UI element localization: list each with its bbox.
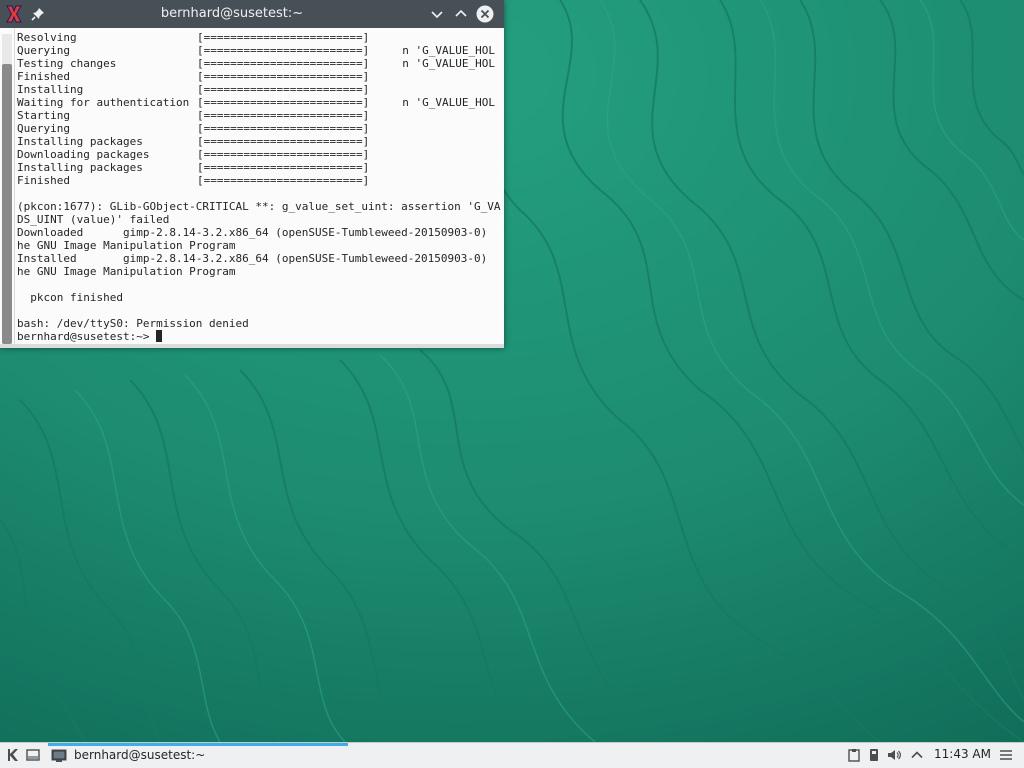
progress-label: Installing xyxy=(17,83,84,96)
progress-label: Installing packages xyxy=(17,135,143,148)
terminal-body[interactable]: Resolving [========================] Query… xyxy=(0,28,504,348)
progress-line: Installing packages [====================… xyxy=(17,161,501,174)
progress-label: Finished xyxy=(17,174,70,187)
progress-label: Installing packages xyxy=(17,161,143,174)
progress-label: Resolving xyxy=(17,31,77,44)
progress-bar: [========================] xyxy=(197,44,370,57)
menu-icon[interactable] xyxy=(998,747,1014,763)
close-button[interactable] xyxy=(476,5,494,23)
text-cursor xyxy=(156,330,163,342)
clock[interactable]: 11:43 AM xyxy=(934,747,991,761)
progress-bar: [========================] xyxy=(197,109,370,122)
output-line: bash: /dev/ttyS0: Permission denied xyxy=(17,317,249,330)
terminal-icon xyxy=(51,748,67,764)
window-titlebar[interactable]: bernhard@susetest:~ xyxy=(0,0,504,28)
taskbar: bernhard@susetest:~ 11:43 AM xyxy=(0,742,1024,768)
progress-line: Finished [========================] xyxy=(17,174,501,187)
progress-label: Waiting for authentication xyxy=(17,96,190,109)
show-desktop-icon[interactable] xyxy=(25,747,41,763)
output-line: (pkcon:1677): GLib-GObject-CRITICAL **: … xyxy=(17,200,501,213)
terminal-x-icon[interactable] xyxy=(4,4,24,24)
progress-bar: [========================] xyxy=(197,57,370,70)
minimize-button[interactable] xyxy=(428,5,446,23)
output-line: pkcon finished xyxy=(17,291,123,304)
output-line: Downloaded gimp-2.8.14-3.2.x86_64 (openS… xyxy=(17,226,501,239)
usb-drive-icon[interactable] xyxy=(866,747,882,763)
progress-extra: n 'G_VALUE_HOL xyxy=(402,96,495,109)
progress-bar: [========================] xyxy=(197,174,370,187)
progress-bar: [========================] xyxy=(197,161,370,174)
progress-extra: n 'G_VALUE_HOL xyxy=(402,57,495,70)
progress-extra: n 'G_VALUE_HOL xyxy=(402,44,495,57)
progress-line: Installing packages [====================… xyxy=(17,135,501,148)
progress-bar: [========================] xyxy=(197,70,370,83)
progress-line: Querying [========================] xyxy=(17,122,501,135)
progress-line: Waiting for authentication [=============… xyxy=(17,96,501,109)
progress-label: Querying xyxy=(17,44,70,57)
progress-bar: [========================] xyxy=(197,83,370,96)
output-line: he GNU Image Manipulation Program xyxy=(17,239,236,252)
progress-bar: [========================] xyxy=(197,148,370,161)
maximize-button[interactable] xyxy=(452,5,470,23)
terminal-window[interactable]: bernhard@susetest:~ Resolving [==========… xyxy=(0,0,504,348)
output-line: DS_UINT (value)' failed xyxy=(17,213,170,226)
terminal-output[interactable]: Resolving [========================] Query… xyxy=(17,31,501,343)
clipboard-icon[interactable] xyxy=(846,747,862,763)
task-active-indicator xyxy=(48,743,348,746)
volume-icon[interactable] xyxy=(886,747,902,763)
taskbar-item-terminal[interactable]: bernhard@susetest:~ xyxy=(48,743,348,768)
progress-label: Querying xyxy=(17,122,70,135)
terminal-bottom-edge xyxy=(0,344,504,348)
progress-line: Testing changes [========================… xyxy=(17,57,501,70)
output-lines: (pkcon:1677): GLib-GObject-CRITICAL **: … xyxy=(17,187,501,330)
progress-label: Downloading packages xyxy=(17,148,150,161)
progress-bar: [========================] xyxy=(197,96,370,109)
terminal-scrollbar[interactable] xyxy=(0,28,15,348)
output-line: Installed gimp-2.8.14-3.2.x86_64 (openSU… xyxy=(17,252,501,265)
progress-bar: [========================] xyxy=(197,122,370,135)
close-icon xyxy=(476,5,494,23)
progress-line: Finished [========================] xyxy=(17,70,501,83)
output-line: he GNU Image Manipulation Program xyxy=(17,265,236,278)
shell-prompt: bernhard@susetest:~> xyxy=(17,330,150,343)
progress-bar: [========================] xyxy=(197,31,370,44)
chevron-up-icon xyxy=(455,9,467,17)
progress-lines: Resolving [========================] Query… xyxy=(17,31,501,187)
pin-icon[interactable] xyxy=(30,6,46,22)
progress-line: Starting [========================] xyxy=(17,109,501,122)
progress-line: Installing [========================] xyxy=(17,83,501,96)
expand-tray-icon[interactable] xyxy=(909,747,925,763)
prompt-line[interactable]: bernhard@susetest:~> xyxy=(17,330,501,343)
progress-label: Finished xyxy=(17,70,70,83)
progress-label: Starting xyxy=(17,109,70,122)
taskbar-item-label: bernhard@susetest:~ xyxy=(74,748,206,762)
progress-line: Querying [========================] n 'G_V… xyxy=(17,44,501,57)
window-title: bernhard@susetest:~ xyxy=(160,6,304,21)
progress-label: Testing changes xyxy=(17,57,117,70)
progress-line: Downloading packages [===================… xyxy=(17,148,501,161)
chevron-down-icon xyxy=(431,11,443,19)
scrollbar-thumb[interactable] xyxy=(2,64,12,344)
progress-line: Resolving [========================] xyxy=(17,31,501,44)
progress-bar: [========================] xyxy=(197,135,370,148)
kde-launcher-icon[interactable] xyxy=(5,747,21,763)
